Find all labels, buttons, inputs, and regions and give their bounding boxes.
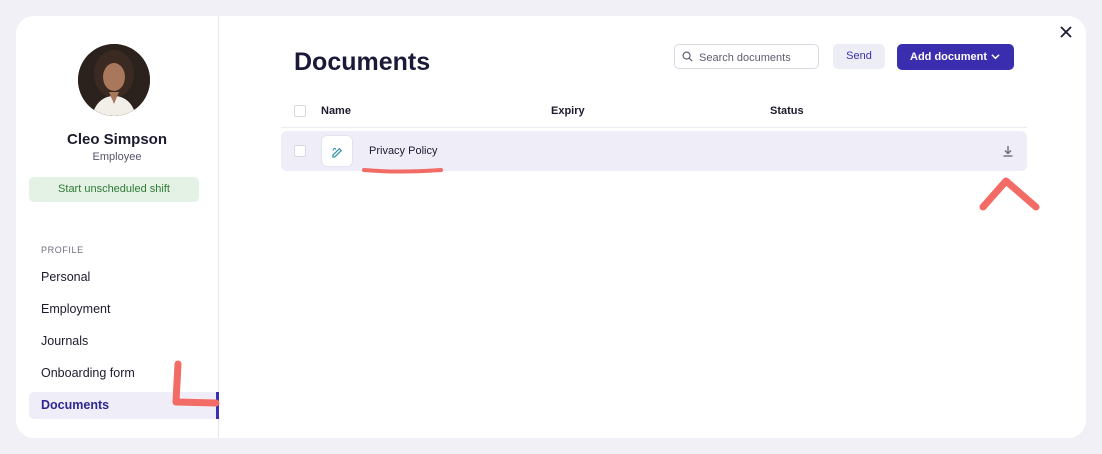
- table-row[interactable]: Privacy Policy: [281, 131, 1027, 171]
- page-title: Documents: [294, 48, 431, 76]
- sidebar-item-documents[interactable]: Documents: [29, 392, 217, 419]
- add-document-label: Add document: [910, 51, 987, 63]
- sidebar-item-onboarding-form[interactable]: Onboarding form: [29, 360, 217, 387]
- sidebar-item-employment[interactable]: Employment: [29, 296, 217, 323]
- profile-section-label: PROFILE: [41, 245, 84, 255]
- sidebar-item-journals[interactable]: Journals: [29, 328, 217, 355]
- document-thumbnail: [321, 135, 353, 167]
- column-header-expiry[interactable]: Expiry: [551, 105, 585, 117]
- search-input[interactable]: [697, 48, 819, 67]
- employee-role: Employee: [92, 151, 142, 163]
- table-divider: [281, 127, 1027, 128]
- chevron-down-icon: [991, 54, 1000, 60]
- column-header-name[interactable]: Name: [321, 105, 351, 117]
- row-checkbox[interactable]: [294, 145, 306, 157]
- search-icon: [682, 51, 693, 62]
- send-button[interactable]: Send: [833, 44, 885, 69]
- search-field[interactable]: [674, 44, 819, 69]
- profile-sidebar: Cleo Simpson Employee Start unscheduled …: [16, 16, 219, 438]
- employee-profile-card: Cleo Simpson Employee Start unscheduled …: [16, 16, 1086, 438]
- avatar: [78, 44, 150, 116]
- signature-icon: [332, 147, 343, 158]
- column-header-status[interactable]: Status: [770, 105, 804, 117]
- add-document-button[interactable]: Add document: [897, 44, 1014, 70]
- start-unscheduled-shift-button[interactable]: Start unscheduled shift: [29, 177, 199, 202]
- employee-name: Cleo Simpson: [66, 131, 167, 148]
- close-icon[interactable]: [1058, 24, 1074, 40]
- download-icon[interactable]: [1001, 144, 1015, 158]
- sidebar-item-personal[interactable]: Personal: [29, 264, 217, 291]
- document-name[interactable]: Privacy Policy: [369, 145, 437, 157]
- select-all-checkbox[interactable]: [294, 105, 306, 117]
- active-indicator: [216, 392, 219, 419]
